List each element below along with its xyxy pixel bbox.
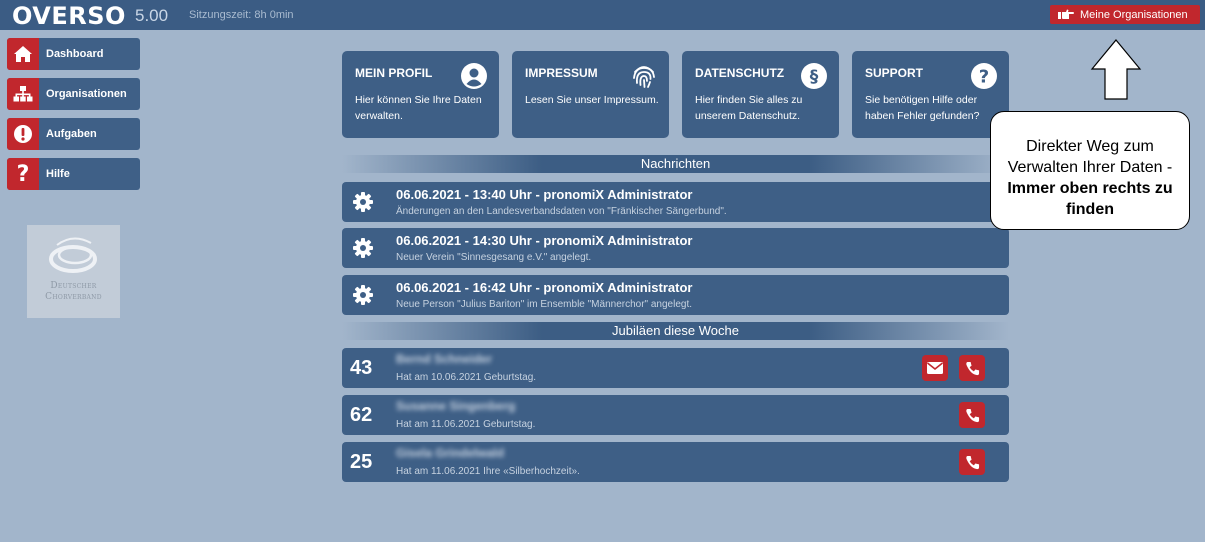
- card-text: Sie benötigen Hilfe oder haben Fehler ge…: [865, 94, 980, 122]
- news-text: Änderungen an den Landesverbandsdaten vo…: [396, 206, 727, 217]
- phone-icon: [965, 455, 979, 469]
- sidebar-item-organisationen[interactable]: Organisationen: [7, 78, 140, 110]
- jubilees-header: Jubiläen diese Woche: [342, 322, 1009, 340]
- jubilee-number: 25: [350, 451, 373, 473]
- sitemap-icon-box: [7, 78, 39, 110]
- question-icon-box: ?: [7, 158, 39, 190]
- sidebar-item-hilfe[interactable]: ? Hilfe: [7, 158, 140, 190]
- question-icon: ?: [16, 161, 30, 187]
- chorverband-text: Deutscher Chorverband: [27, 281, 120, 303]
- jubilee-number: 43: [350, 357, 373, 379]
- phone-button[interactable]: [959, 355, 985, 381]
- news-title: 06.06.2021 - 14:30 Uhr - pronomiX Admini…: [396, 233, 693, 248]
- card-title: IMPRESSUM: [525, 66, 598, 80]
- jubilee-row: 25 Gisela Grindelwald Hat am 11.06.2021 …: [342, 442, 1009, 482]
- jubilee-text: Hat am 11.06.2021 Geburtstag.: [396, 419, 536, 430]
- exclamation-icon-box: [7, 118, 39, 150]
- chorverband-logo: Deutscher Chorverband: [27, 225, 120, 318]
- jubilee-text: Hat am 10.06.2021 Geburtstag.: [396, 372, 537, 383]
- jubilee-name: Bernd Schneider: [396, 352, 493, 366]
- up-arrow-annotation: [1090, 39, 1142, 100]
- jubilee-number: 62: [350, 404, 373, 426]
- chorverband-line2: Chorverband: [45, 292, 102, 302]
- envelope-icon: [927, 362, 943, 374]
- paragraph-icon: §: [801, 63, 827, 89]
- gear-icon: [353, 285, 373, 305]
- card-impressum[interactable]: IMPRESSUM Lesen Sie unser Impressum.: [512, 51, 669, 138]
- callout-line1: Direkter Weg zum: [1026, 138, 1154, 155]
- gear-icon: [353, 192, 373, 212]
- sitemap-icon: [13, 86, 33, 102]
- session-time: Sitzungszeit: 8h 0min: [189, 9, 294, 21]
- card-text: Lesen Sie unser Impressum.: [525, 94, 659, 106]
- app-version: 5.00: [135, 6, 169, 25]
- card-text: Hier finden Sie alles zu unserem Datensc…: [695, 94, 803, 122]
- jubilee-row: 43 Bernd Schneider Hat am 10.06.2021 Geb…: [342, 348, 1009, 388]
- callout-line4: finden: [1066, 201, 1114, 218]
- gear-icon: [353, 238, 373, 258]
- chorverband-emblem-icon: [49, 237, 97, 273]
- app-logo[interactable]: OVERSO: [12, 2, 126, 30]
- jubilee-text: Hat am 11.06.2021 Ihre «Silberhochzeit».: [396, 466, 580, 477]
- sidebar-item-dashboard[interactable]: Dashboard: [7, 38, 140, 70]
- card-title: MEIN PROFIL: [355, 66, 433, 80]
- sidebar-item-label: Dashboard: [46, 48, 104, 60]
- card-datenschutz[interactable]: DATENSCHUTZ § Hier finden Sie alles zu u…: [682, 51, 839, 138]
- mail-button[interactable]: [922, 355, 948, 381]
- news-text: Neuer Verein "Sinnesgesang e.V." angeleg…: [396, 252, 592, 263]
- card-mein-profil[interactable]: MEIN PROFIL Hier können Sie Ihre Daten v…: [342, 51, 499, 138]
- card-text: Hier können Sie Ihre Daten verwalten.: [355, 94, 482, 122]
- jubilee-row: 62 Susanne Singenberg Hat am 11.06.2021 …: [342, 395, 1009, 435]
- phone-icon: [965, 361, 979, 375]
- my-organisations-label: Meine Organisationen: [1080, 8, 1188, 21]
- sidebar-item-aufgaben[interactable]: Aufgaben: [7, 118, 140, 150]
- news-item[interactable]: 06.06.2021 - 13:40 Uhr - pronomiX Admini…: [342, 182, 1009, 222]
- card-support[interactable]: SUPPORT ? Sie benötigen Hilfe oder haben…: [852, 51, 1009, 138]
- svg-text:?: ?: [979, 67, 989, 88]
- svg-text:§: §: [810, 67, 819, 87]
- jubilee-name: Susanne Singenberg: [396, 399, 516, 413]
- my-organisations-button[interactable]: Meine Organisationen: [1050, 5, 1200, 24]
- callout-annotation: Direkter Weg zum Verwalten Ihrer Daten -…: [990, 111, 1190, 230]
- news-title: 06.06.2021 - 16:42 Uhr - pronomiX Admini…: [396, 280, 693, 295]
- user-circle-icon: [461, 63, 487, 89]
- hand-point-right-icon: [1058, 9, 1074, 19]
- sidebar-item-label: Hilfe: [46, 168, 70, 180]
- sidebar-item-label: Aufgaben: [46, 128, 97, 140]
- news-item[interactable]: 06.06.2021 - 14:30 Uhr - pronomiX Admini…: [342, 228, 1009, 268]
- callout-line3: Immer oben rechts zu: [1007, 180, 1173, 197]
- card-title: DATENSCHUTZ: [695, 66, 785, 80]
- news-header: Nachrichten: [342, 155, 1009, 173]
- phone-icon: [965, 408, 979, 422]
- question-circle-icon: ?: [971, 63, 997, 89]
- sidebar-item-label: Organisationen: [46, 88, 127, 100]
- home-icon-box: [7, 38, 39, 70]
- callout-line2: Verwalten Ihrer Daten -: [1007, 159, 1173, 176]
- phone-button[interactable]: [959, 449, 985, 475]
- card-title: SUPPORT: [865, 66, 924, 80]
- fingerprint-icon: [633, 66, 655, 88]
- jubilee-name: Gisela Grindelwald: [396, 446, 505, 460]
- chorverband-line1: Deutscher: [50, 281, 97, 291]
- home-icon: [14, 46, 32, 62]
- phone-button[interactable]: [959, 402, 985, 428]
- top-bar: OVERSO 5.00 Sitzungszeit: 8h 0min Meine …: [0, 0, 1205, 30]
- exclamation-icon: [14, 125, 32, 143]
- news-text: Neue Person "Julius Bariton" im Ensemble…: [396, 299, 693, 310]
- news-title: 06.06.2021 - 13:40 Uhr - pronomiX Admini…: [396, 187, 693, 202]
- news-item[interactable]: 06.06.2021 - 16:42 Uhr - pronomiX Admini…: [342, 275, 1009, 315]
